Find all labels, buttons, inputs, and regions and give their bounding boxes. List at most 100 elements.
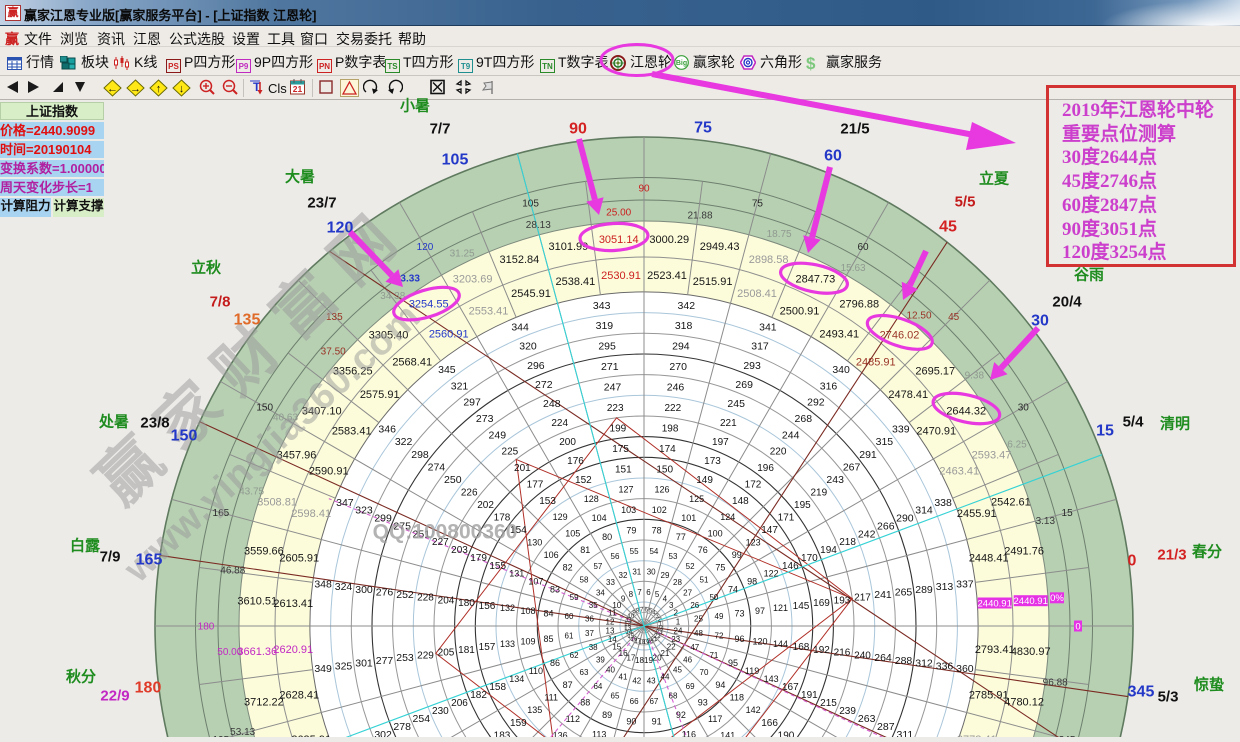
svg-text:2560.91: 2560.91 <box>429 329 469 341</box>
svg-text:95: 95 <box>728 658 738 668</box>
svg-text:39: 39 <box>596 655 605 664</box>
svg-text:277: 277 <box>376 655 394 667</box>
svg-text:18: 18 <box>638 640 645 646</box>
svg-text:90: 90 <box>626 717 636 727</box>
svg-text:313: 313 <box>936 581 954 593</box>
svg-text:219: 219 <box>810 487 827 498</box>
svg-text:218: 218 <box>839 537 856 548</box>
svg-text:144: 144 <box>773 639 788 649</box>
svg-text:319: 319 <box>596 320 614 332</box>
svg-text:265: 265 <box>895 586 913 598</box>
svg-text:91: 91 <box>652 717 662 727</box>
svg-text:120: 120 <box>417 242 434 253</box>
svg-text:135: 135 <box>527 705 542 715</box>
svg-text:120: 120 <box>327 220 354 237</box>
svg-text:10: 10 <box>612 601 621 610</box>
svg-text:93: 93 <box>698 698 708 708</box>
svg-text:155: 155 <box>489 561 506 572</box>
svg-text:2440.91: 2440.91 <box>1014 596 1048 607</box>
svg-text:240: 240 <box>854 650 871 661</box>
svg-text:23: 23 <box>671 635 680 644</box>
svg-text:13: 13 <box>624 626 631 632</box>
svg-text:90: 90 <box>569 121 587 138</box>
svg-text:13: 13 <box>606 626 615 635</box>
svg-text:111: 111 <box>544 692 558 702</box>
svg-text:2538.41: 2538.41 <box>556 276 596 288</box>
svg-text:32: 32 <box>619 571 628 580</box>
svg-text:3661.36: 3661.36 <box>237 646 277 658</box>
svg-text:3101.99: 3101.99 <box>549 241 589 253</box>
svg-text:12: 12 <box>624 622 631 628</box>
svg-text:36: 36 <box>585 615 594 624</box>
svg-text:15: 15 <box>1096 423 1114 440</box>
svg-text:25.00: 25.00 <box>606 207 631 218</box>
svg-text:4780.12: 4780.12 <box>1004 696 1044 708</box>
svg-text:2553.41: 2553.41 <box>469 306 509 318</box>
svg-text:149: 149 <box>696 475 713 486</box>
svg-text:2746.02: 2746.02 <box>880 330 920 342</box>
svg-text:2500.91: 2500.91 <box>780 306 820 318</box>
svg-text:108: 108 <box>520 606 535 616</box>
svg-text:2: 2 <box>673 609 678 618</box>
svg-text:294: 294 <box>672 341 690 353</box>
svg-text:15: 15 <box>628 634 635 640</box>
svg-text:194: 194 <box>820 545 837 556</box>
svg-text:181: 181 <box>458 645 475 656</box>
svg-text:19: 19 <box>644 656 653 665</box>
svg-text:47: 47 <box>690 643 699 652</box>
svg-text:131: 131 <box>509 568 524 578</box>
svg-text:70: 70 <box>700 668 709 677</box>
svg-text:19: 19 <box>643 640 650 646</box>
svg-text:11: 11 <box>626 618 633 624</box>
svg-text:146: 146 <box>782 561 799 572</box>
svg-text:2491.76: 2491.76 <box>1004 545 1044 557</box>
svg-text:267: 267 <box>843 461 861 473</box>
svg-text:287: 287 <box>877 721 895 733</box>
svg-text:11: 11 <box>608 609 617 618</box>
svg-text:67: 67 <box>649 697 658 706</box>
svg-text:2583.41: 2583.41 <box>332 426 372 438</box>
svg-text:301: 301 <box>355 658 373 670</box>
svg-text:34: 34 <box>596 588 605 597</box>
svg-text:33.33: 33.33 <box>395 273 420 284</box>
svg-text:158: 158 <box>489 682 506 693</box>
svg-text:302: 302 <box>374 729 392 737</box>
svg-text:74: 74 <box>728 584 738 594</box>
svg-text:180: 180 <box>198 622 215 633</box>
svg-text:64: 64 <box>593 682 602 691</box>
svg-text:65: 65 <box>611 692 620 701</box>
svg-text:120: 120 <box>752 636 767 646</box>
svg-text:2440.91: 2440.91 <box>978 598 1012 609</box>
svg-text:132: 132 <box>500 603 515 613</box>
svg-text:229: 229 <box>417 650 434 661</box>
svg-text:41: 41 <box>619 673 628 682</box>
svg-text:2796.88: 2796.88 <box>839 299 879 311</box>
svg-text:292: 292 <box>807 397 825 409</box>
svg-text:87: 87 <box>563 680 573 690</box>
svg-text:89: 89 <box>602 710 612 720</box>
svg-text:128: 128 <box>584 494 599 504</box>
svg-text:2530.91: 2530.91 <box>601 270 641 282</box>
svg-text:244: 244 <box>782 429 800 441</box>
svg-text:20: 20 <box>647 639 654 645</box>
svg-text:133: 133 <box>500 639 515 649</box>
svg-text:2542.61: 2542.61 <box>991 496 1031 508</box>
svg-text:21.88: 21.88 <box>687 210 712 221</box>
svg-text:345: 345 <box>438 364 456 376</box>
svg-text:28: 28 <box>673 578 682 587</box>
svg-text:12.50: 12.50 <box>906 311 931 322</box>
svg-text:22/9: 22/9 <box>100 687 129 704</box>
svg-text:321: 321 <box>451 380 469 392</box>
svg-text:295: 295 <box>598 341 616 353</box>
svg-text:102: 102 <box>652 505 667 515</box>
svg-text:6: 6 <box>646 588 651 597</box>
svg-text:224: 224 <box>551 418 568 429</box>
svg-text:203: 203 <box>451 545 468 556</box>
svg-text:14: 14 <box>608 635 617 644</box>
svg-text:2898.58: 2898.58 <box>749 254 789 266</box>
svg-text:165: 165 <box>213 508 230 519</box>
svg-text:266: 266 <box>877 520 895 532</box>
svg-text:168: 168 <box>793 642 810 653</box>
svg-text:105: 105 <box>442 152 469 169</box>
svg-text:23/8: 23/8 <box>140 414 169 431</box>
